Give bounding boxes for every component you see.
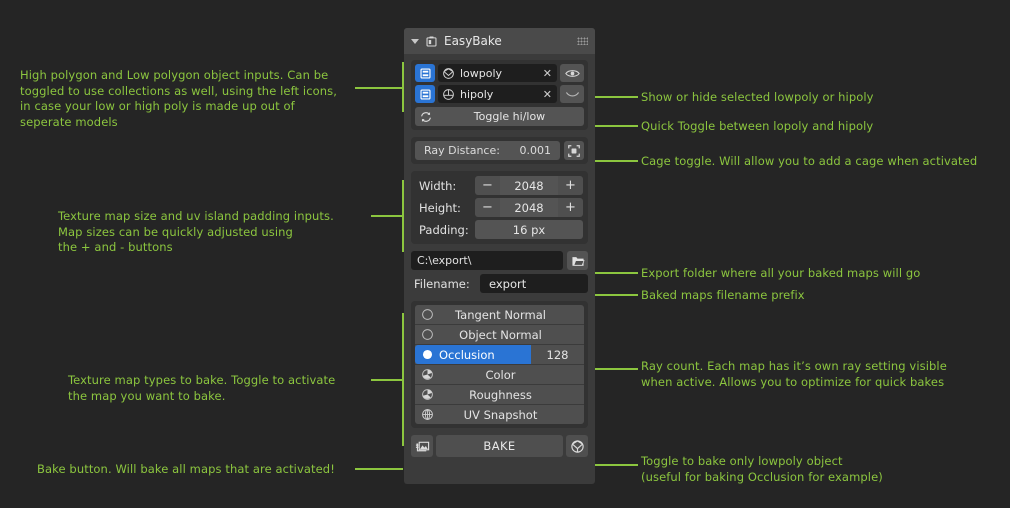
height-label: Height: [419, 200, 461, 215]
refresh-icon [419, 110, 433, 124]
height-decrement-button[interactable]: − [475, 198, 500, 217]
toggle-hi-low-button[interactable]: Toggle hi/low [415, 107, 584, 126]
addon-icon [425, 35, 438, 48]
map-label: Tangent Normal [455, 307, 546, 322]
shading-icon[interactable] [415, 308, 439, 321]
collection-icon[interactable] [415, 64, 435, 82]
padding-value[interactable]: 16 px [475, 220, 583, 239]
map-row-object-normal[interactable]: Object Normal [415, 325, 584, 345]
width-decrement-button[interactable]: − [475, 176, 500, 195]
map-row-roughness[interactable]: Roughness [415, 385, 584, 405]
annotation-toggle-note: Quick Toggle between lopoly and hipoly [641, 119, 874, 133]
map-row-color[interactable]: Color [415, 365, 584, 385]
padding-label: Padding: [419, 222, 469, 237]
mesh-icon [442, 67, 455, 80]
eye-icon[interactable] [560, 64, 584, 82]
annotation-export-folder-note: Export folder where all your baked maps … [641, 266, 921, 280]
width-row: Width: − 2048 + [416, 176, 583, 195]
ray-distance-row: Ray Distance: 0.001 [415, 141, 584, 160]
map-label: UV Snapshot [463, 407, 538, 422]
hipoly-object-name: hipoly [460, 87, 494, 101]
hipoly-row: hipoly ✕ [415, 85, 584, 103]
shading-icon[interactable] [415, 328, 439, 341]
map-row-uv-snapshot[interactable]: UV Snapshot [415, 405, 584, 424]
screenshot-canvas: High polygon and Low polygon object inpu… [0, 0, 1010, 508]
ray-distance-field[interactable]: Ray Distance: 0.001 [415, 141, 560, 160]
folder-icon[interactable] [567, 251, 588, 270]
annotation-cage-note: Cage toggle. Will allow you to add a cag… [641, 154, 978, 168]
lowpoly-row: lowpoly ✕ [415, 64, 584, 82]
close-icon[interactable]: ✕ [543, 88, 553, 101]
panel-header[interactable]: EasyBake [404, 28, 595, 54]
filename-input[interactable]: export [480, 274, 588, 293]
lowpoly-object-field[interactable]: lowpoly ✕ [438, 64, 557, 82]
height-value[interactable]: 2048 [500, 198, 558, 217]
sphere-white-icon[interactable] [415, 348, 439, 361]
render-image-icon[interactable] [411, 435, 433, 457]
drag-grip-icon[interactable] [577, 37, 588, 45]
annotation-objects-note: High polygon and Low polygon object inpu… [20, 68, 337, 129]
padding-row: Padding: 16 px [416, 220, 583, 239]
shading-icon[interactable] [415, 388, 439, 401]
cage-toggle-icon[interactable] [564, 141, 584, 160]
annotation-bake-note: Bake button. Will bake all maps that are… [37, 462, 335, 476]
map-label: Object Normal [459, 327, 542, 342]
shading-icon[interactable] [415, 368, 439, 381]
lowpoly-only-toggle-icon[interactable] [566, 435, 588, 457]
annotation-visibility-note: Show or hide selected lowpoly or hipoly [641, 90, 874, 104]
map-label: Occlusion [439, 347, 495, 362]
toggle-hi-low-label: Toggle hi/low [473, 110, 546, 123]
height-increment-button[interactable]: + [558, 198, 583, 217]
filename-row: Filename: export [411, 274, 588, 293]
bake-button[interactable]: BAKE [436, 435, 563, 457]
width-label: Width: [419, 178, 457, 193]
connector-objects [355, 87, 403, 89]
connector-bake [355, 468, 403, 470]
filename-label: Filename: [414, 276, 470, 291]
texture-size-group: Width: − 2048 + Height: − 2048 + Padding… [411, 171, 588, 244]
export-path-row: C:\export\ [411, 251, 588, 270]
panel-body: lowpoly ✕ hipoly ✕ Toggle hi/low Ray Dis… [404, 54, 595, 464]
lowpoly-object-name: lowpoly [460, 66, 503, 80]
map-row-tangent-normal[interactable]: Tangent Normal [415, 305, 584, 325]
map-types-group: Tangent Normal Object Normal Occlusion 1… [411, 301, 588, 428]
occlusion-toggle[interactable]: Occlusion [415, 345, 531, 364]
bake-row: BAKE [411, 435, 588, 457]
height-row: Height: − 2048 + [416, 198, 583, 217]
easybake-panel: EasyBake lowpoly ✕ hipoly ✕ Toggle hi/lo… [404, 28, 595, 484]
collection-icon[interactable] [415, 85, 435, 103]
height-stepper[interactable]: − 2048 + [475, 198, 583, 217]
width-value[interactable]: 2048 [500, 176, 558, 195]
width-stepper[interactable]: − 2048 + [475, 176, 583, 195]
hipoly-object-field[interactable]: hipoly ✕ [438, 85, 557, 103]
uv-globe-icon[interactable] [415, 408, 439, 421]
chevron-down-icon[interactable] [411, 38, 419, 44]
annotation-lowpoly-only-note: Toggle to bake only lowpoly object (usef… [641, 454, 883, 484]
connector-maps [371, 379, 403, 381]
close-icon[interactable]: ✕ [543, 67, 553, 80]
connector-size [371, 215, 403, 217]
annotation-size-note: Texture map size and uv island padding i… [58, 209, 334, 254]
ray-distance-label: Ray Distance: [424, 144, 500, 157]
width-increment-button[interactable]: + [558, 176, 583, 195]
map-label: Color [485, 367, 516, 382]
annotation-rays-note: Ray count. Each map has it’s own ray set… [641, 359, 947, 389]
annotation-filename-note: Baked maps filename prefix [641, 288, 805, 302]
annotation-maps-note: Texture map types to bake. Toggle to act… [68, 373, 336, 403]
export-path-input[interactable]: C:\export\ [411, 251, 563, 270]
map-row-occlusion[interactable]: Occlusion 128 [415, 345, 584, 365]
occlusion-ray-count[interactable]: 128 [531, 348, 584, 362]
objects-group: lowpoly ✕ hipoly ✕ Toggle hi/low [411, 60, 588, 130]
panel-title: EasyBake [444, 34, 502, 48]
eye-closed-icon[interactable] [560, 85, 584, 103]
ray-distance-value: 0.001 [519, 144, 552, 157]
map-label: Roughness [469, 387, 532, 402]
sphere-icon [442, 88, 455, 101]
export-group: C:\export\ Filename: export [411, 251, 588, 293]
ray-distance-group: Ray Distance: 0.001 [411, 137, 588, 164]
